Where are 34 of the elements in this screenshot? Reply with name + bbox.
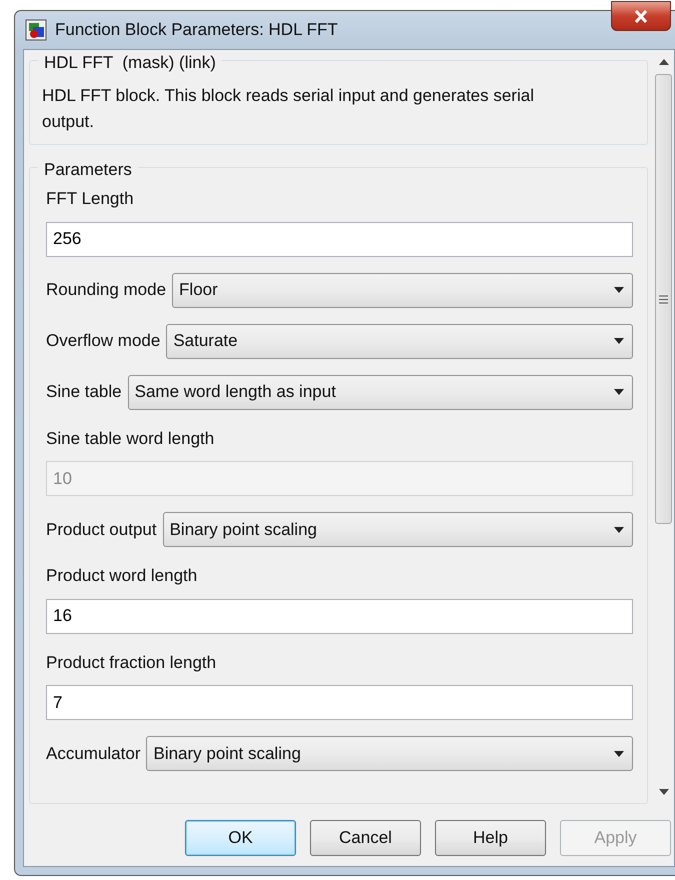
field-label: FFT Length	[46, 188, 135, 210]
block-icon	[25, 19, 47, 41]
caret-icon	[614, 389, 624, 395]
dialog-button[interactable]: OK	[185, 820, 296, 856]
description-text: HDL FFT block. This block reads serial input and generates serial output.	[42, 85, 535, 132]
dropdown[interactable]: Same word length as input	[128, 374, 633, 410]
grip-icon	[659, 294, 668, 304]
window-title: Function Block Parameters: HDL FFT	[55, 19, 338, 42]
field-label: Product fraction length	[46, 652, 218, 674]
caret-icon	[614, 750, 624, 756]
field-label: Overflow mode	[46, 330, 160, 352]
dialog-button[interactable]: Cancel	[310, 820, 421, 856]
caret-icon	[614, 287, 624, 293]
dropdown[interactable]: Saturate	[166, 324, 633, 358]
input-field[interactable]: 7	[46, 685, 633, 720]
dropdown[interactable]: Binary point scaling	[146, 736, 633, 771]
input-field[interactable]: 16	[46, 598, 633, 634]
scroll-down-icon[interactable]	[658, 788, 668, 796]
field-label: Sine table	[46, 381, 122, 404]
close-icon	[634, 10, 648, 22]
field-label: Product word length	[46, 565, 198, 587]
field-label: Sine table word length	[46, 428, 216, 450]
close-button[interactable]	[611, 1, 671, 31]
scroll-thumb[interactable]	[655, 74, 672, 524]
caret-icon	[614, 338, 624, 344]
dialog-button[interactable]: Help	[435, 820, 546, 856]
scroll-up-icon[interactable]	[658, 58, 668, 66]
field-label: Rounding mode	[46, 279, 166, 302]
dropdown[interactable]: Binary point scaling	[162, 512, 633, 547]
caret-icon	[614, 526, 624, 532]
field-label: Accumulator	[46, 742, 140, 765]
field-label: Product output	[46, 518, 157, 541]
dropdown[interactable]: Floor	[172, 272, 633, 308]
input-field[interactable]: 256	[46, 222, 633, 256]
